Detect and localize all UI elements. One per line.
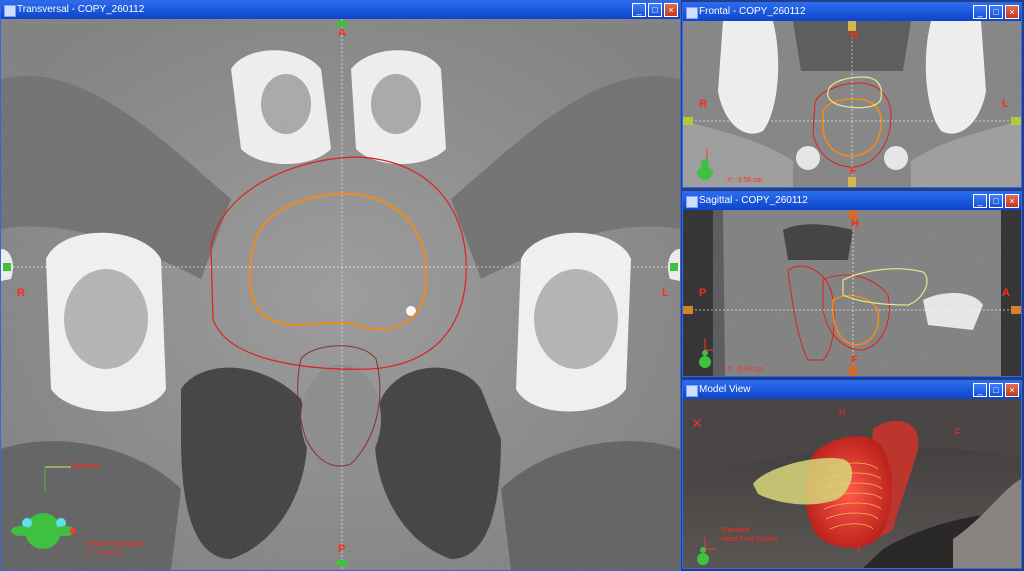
maximize-button[interactable]: □ xyxy=(648,3,662,17)
sagittal-ct-image xyxy=(683,210,1021,376)
orient-feet: F xyxy=(857,545,862,554)
maximize-button[interactable]: □ xyxy=(989,194,1003,208)
transversal-window[interactable]: Transversal - COPY_260112 _ □ × A P R L … xyxy=(0,0,681,571)
transversal-titlebar[interactable]: Transversal - COPY_260112 _ □ × xyxy=(1,1,680,19)
minimize-button[interactable]: _ xyxy=(632,3,646,17)
minimize-button[interactable]: _ xyxy=(973,383,987,397)
close-button[interactable]: × xyxy=(664,3,678,17)
frontal-image-view[interactable]: H F R L Y: -3.58 cm xyxy=(683,21,1021,187)
frontal-ct-image xyxy=(683,21,1021,187)
sagittal-titlebar[interactable]: Sagittal - COPY_260112 _ □ × xyxy=(683,192,1021,210)
orient-feet-right: F xyxy=(955,427,961,437)
slice-position-label: X: -0.33 cm xyxy=(727,366,763,373)
patient-position-label: Head First-Supine xyxy=(87,541,144,548)
orient-left: L xyxy=(1002,98,1009,110)
orient-posterior: P xyxy=(338,543,346,555)
orient-left: L xyxy=(662,287,669,299)
window-app-icon xyxy=(686,196,698,208)
orient-head: H xyxy=(851,218,859,230)
slice-position-label: Z: -1.58 cm xyxy=(87,550,123,557)
minimize-button[interactable]: _ xyxy=(973,194,987,208)
model-view-window[interactable]: Model View _ □ × H F F Standard Head Fir… xyxy=(682,380,1022,569)
close-button[interactable]: × xyxy=(1005,383,1019,397)
patient-position-label: Head First-Supine xyxy=(721,536,778,543)
orient-posterior: P xyxy=(699,287,707,299)
frontal-window[interactable]: Frontal - COPY_260112 _ □ × H F R L Y: -… xyxy=(682,2,1022,188)
transversal-ct-image xyxy=(1,19,680,570)
sagittal-window[interactable]: Sagittal - COPY_260112 _ □ × H F P A X: … xyxy=(682,191,1022,377)
orient-feet: F xyxy=(851,354,858,366)
sagittal-image-view[interactable]: H F P A X: -0.33 cm xyxy=(683,210,1021,376)
orient-feet: F xyxy=(850,165,857,177)
transversal-image-view[interactable]: A P R L Standard Head First-Supine Z: -1… xyxy=(1,19,680,570)
orient-anterior: A xyxy=(338,27,346,39)
maximize-button[interactable]: □ xyxy=(989,5,1003,19)
orient-right: R xyxy=(699,98,707,110)
orient-head: H xyxy=(839,407,846,417)
model-view-titlebar[interactable]: Model View _ □ × xyxy=(683,381,1021,399)
slice-position-label: Y: -3.58 cm xyxy=(727,177,763,184)
transversal-title: Transversal - COPY_260112 xyxy=(17,4,145,15)
window-app-icon xyxy=(4,5,16,17)
close-button[interactable]: × xyxy=(1005,5,1019,19)
window-app-icon xyxy=(686,385,698,397)
sagittal-title: Sagittal - COPY_260112 xyxy=(699,195,808,206)
model-view-title: Model View xyxy=(699,384,751,395)
standard-label: Standard xyxy=(721,527,750,534)
close-button[interactable]: × xyxy=(1005,194,1019,208)
model-3d-view[interactable]: H F F Standard Head First-Supine xyxy=(683,399,1021,568)
orient-head: H xyxy=(850,29,858,41)
standard-label: Standard xyxy=(71,463,100,470)
frontal-title: Frontal - COPY_260112 xyxy=(699,6,806,17)
orient-right: R xyxy=(17,287,25,299)
window-app-icon xyxy=(686,7,698,19)
orient-anterior: A xyxy=(1002,287,1010,299)
minimize-button[interactable]: _ xyxy=(973,5,987,19)
frontal-titlebar[interactable]: Frontal - COPY_260112 _ □ × xyxy=(683,3,1021,21)
maximize-button[interactable]: □ xyxy=(989,383,1003,397)
